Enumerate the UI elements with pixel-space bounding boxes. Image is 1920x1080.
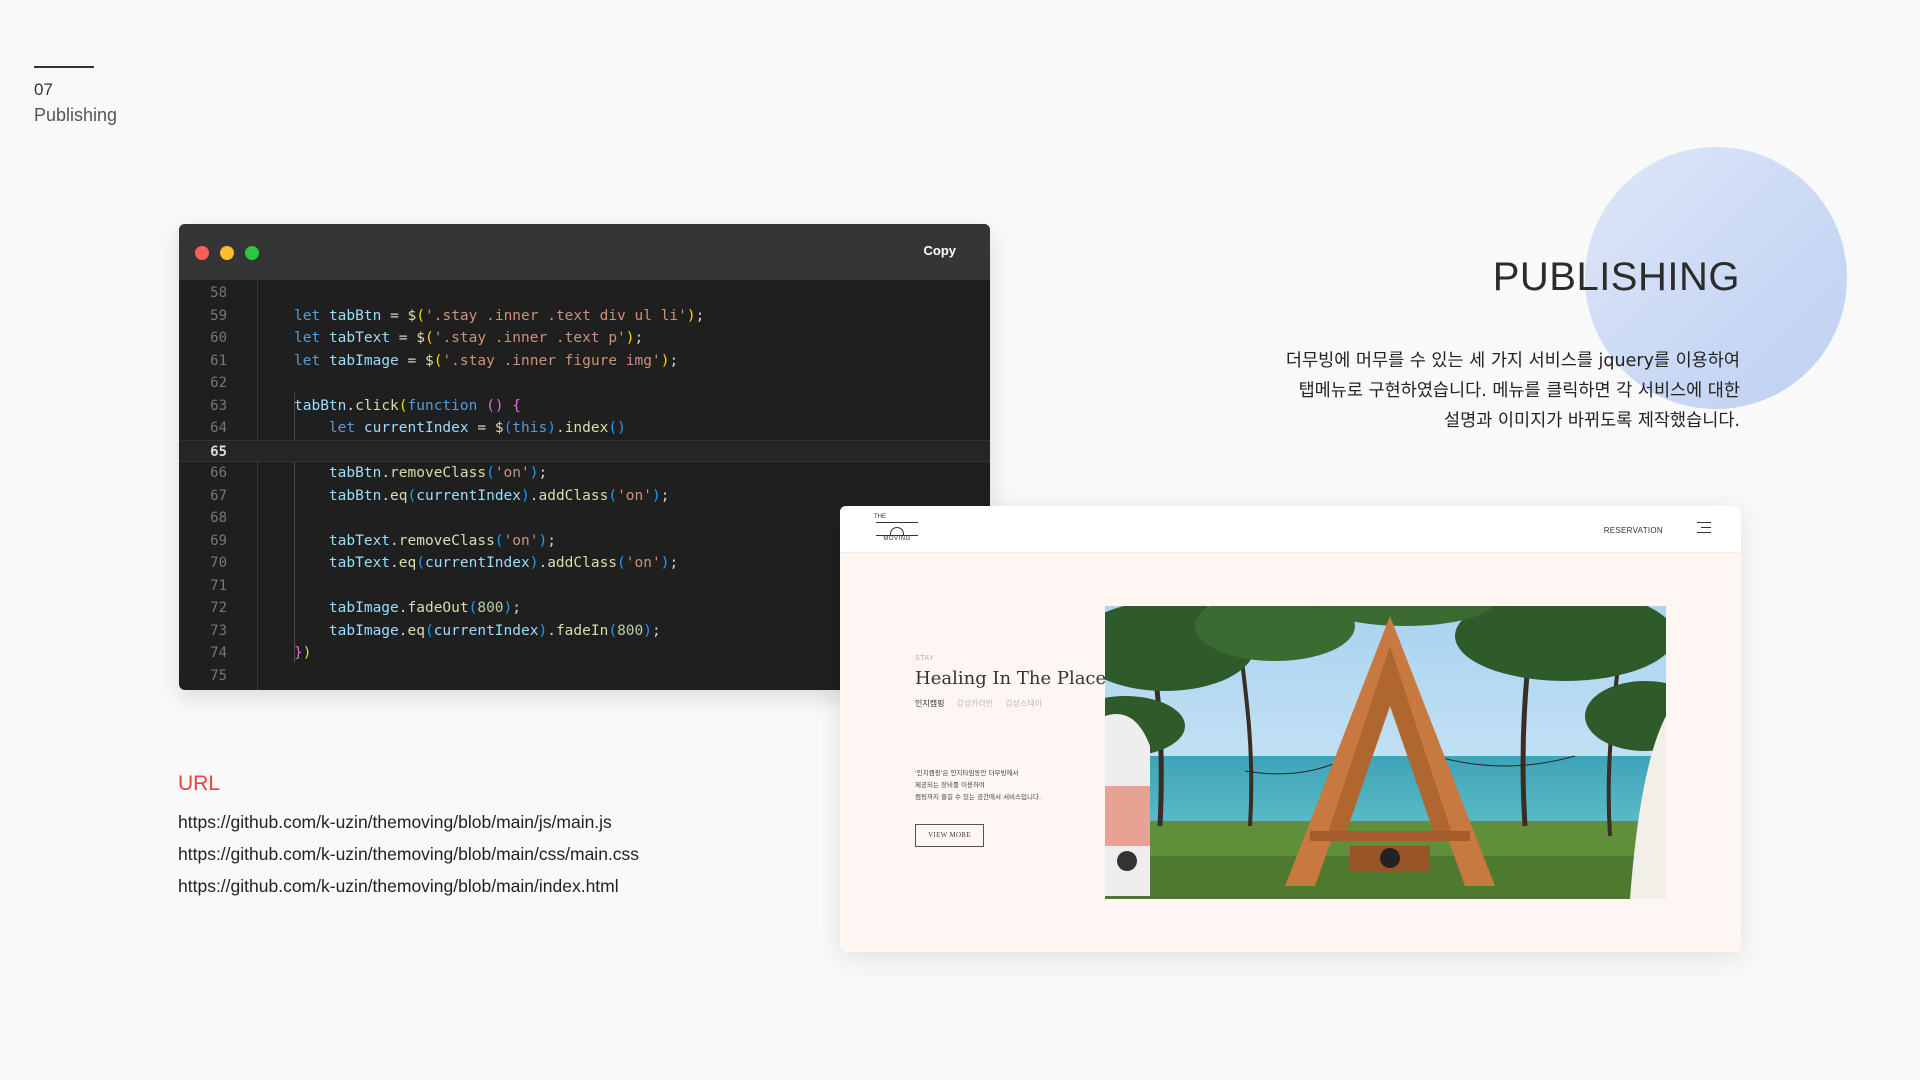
section-divider <box>34 66 94 68</box>
line-number: 74 <box>210 645 227 661</box>
code-line: 63 tabBtn.click(function () { <box>179 395 990 418</box>
line-number: 62 <box>210 375 227 391</box>
code-line: 64 let currentIndex = $(this).index() <box>179 417 990 440</box>
description-line: 설명과 이미지가 바뀌도록 제작했습니다. <box>1444 411 1740 431</box>
section-name: Publishing <box>34 105 118 125</box>
stay-description-line: 제공되는 장비를 이용하여 <box>915 781 985 789</box>
code-line: 59 let tabBtn = $('.stay .inner .text div… <box>179 305 990 328</box>
code-line: 67 tabBtn.eq(currentIndex).addClass('on'… <box>179 485 990 508</box>
site-logo[interactable]: THE MOVING <box>874 514 920 544</box>
logo-arch-icon <box>890 527 904 536</box>
line-number: 69 <box>210 532 227 549</box>
code-line-active: 65 <box>179 439 990 462</box>
description-line: 탭메뉴로 구현하였습니다. 메뉴를 클릭하면 각 서비스에 대한 <box>1298 381 1740 401</box>
code-line: 58 <box>179 282 990 305</box>
copy-button[interactable]: Copy <box>924 243 957 258</box>
line-number: 65 <box>210 443 227 460</box>
hamburger-menu-icon[interactable] <box>1697 522 1711 534</box>
page-title: PUBLISHING <box>1492 255 1740 299</box>
line-number: 68 <box>210 510 227 526</box>
editor-title-bar: Copy <box>179 224 990 280</box>
code-line: 62 <box>179 372 990 395</box>
logo-top-text: THE <box>874 514 886 520</box>
view-more-button[interactable]: VIEW MORE <box>915 824 984 847</box>
minimize-window-dot-icon[interactable] <box>220 246 234 260</box>
stay-photo <box>1105 606 1666 899</box>
page-description: 더무빙에 머무를 수 있는 세 가지 서비스를 jquery를 이용하여 탭메뉴… <box>1220 346 1740 436</box>
line-number: 70 <box>210 555 227 571</box>
stay-description-line: '인지캠핑'은 인지타임동안 더무빙에서 <box>915 769 1019 777</box>
url-link-main-js[interactable]: https://github.com/k-uzin/themoving/blob… <box>178 812 612 833</box>
stay-title: Healing In The Place <box>915 668 1107 689</box>
line-number: 60 <box>210 330 227 346</box>
line-number: 67 <box>210 487 227 504</box>
stay-label: STAY <box>915 655 935 662</box>
maximize-window-dot-icon[interactable] <box>245 246 259 260</box>
url-link-main-css[interactable]: https://github.com/k-uzin/themoving/blob… <box>178 844 639 865</box>
line-number: 63 <box>210 397 227 414</box>
line-number: 64 <box>210 420 227 436</box>
code-line: 61 let tabImage = $('.stay .inner figure … <box>179 350 990 373</box>
website-preview: THE MOVING RESERVATION STAY Healing In T… <box>840 506 1741 952</box>
line-number: 73 <box>210 622 227 639</box>
stay-description-line: 캠핑까지 즐길 수 있는 공간에서 서비스입니다. <box>915 793 1042 801</box>
line-number: 58 <box>210 285 227 301</box>
line-number: 72 <box>210 600 227 616</box>
url-heading: URL <box>178 772 221 795</box>
site-header: THE MOVING RESERVATION <box>840 506 1741 553</box>
stay-tab-stay[interactable]: 감성스테이 <box>1005 698 1042 709</box>
stay-tab-list: 인지캠핑 감성카라반 감성스테이 <box>915 698 1042 709</box>
code-line: 60 let tabText = $('.stay .inner .text p'… <box>179 327 990 350</box>
reservation-link[interactable]: RESERVATION <box>1604 526 1663 535</box>
logo-bottom-text: MOVING <box>883 536 911 542</box>
line-number: 59 <box>210 307 227 324</box>
stay-tab-caravan[interactable]: 감성카라반 <box>956 698 993 709</box>
line-number: 66 <box>210 465 227 481</box>
line-number: 61 <box>210 352 227 369</box>
close-window-dot-icon[interactable] <box>195 246 209 260</box>
line-number: 75 <box>210 667 227 684</box>
section-number: 07 <box>34 80 53 99</box>
description-line: 더무빙에 머무를 수 있는 세 가지 서비스를 jquery를 이용하여 <box>1285 351 1740 371</box>
stay-tab-camping[interactable]: 인지캠핑 <box>915 698 944 709</box>
url-link-index-html[interactable]: https://github.com/k-uzin/themoving/blob… <box>178 876 619 897</box>
code-line: 66 tabBtn.removeClass('on'); <box>179 462 990 485</box>
stay-description: '인지캠핑'은 인지타임동안 더무빙에서 제공되는 장비를 이용하여 캠핑까지 … <box>915 767 1075 803</box>
line-number: 71 <box>210 577 227 594</box>
